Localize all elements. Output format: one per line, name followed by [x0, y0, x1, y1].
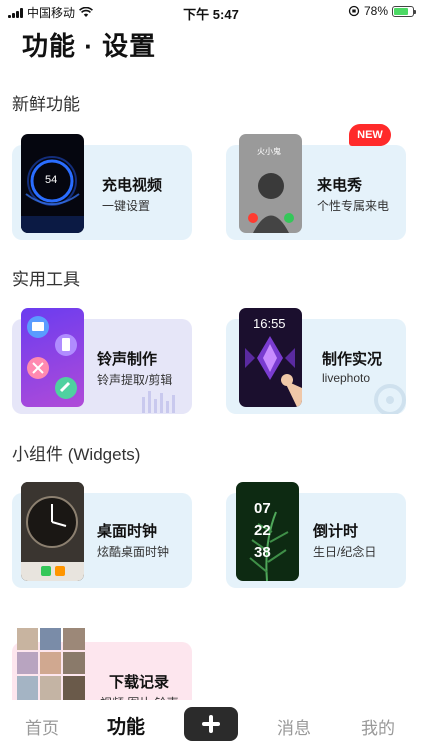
caller-name: 火小鬼: [257, 147, 281, 156]
call-show-thumbnail: 火小鬼: [239, 134, 302, 233]
countdown-thumbnail: 07 22 38: [236, 482, 299, 581]
tab-messages[interactable]: 消息: [277, 714, 311, 739]
ringtone-title: 铃声制作: [97, 351, 158, 368]
ringtone-card-decoration: [142, 391, 175, 413]
live-photo-thumbnail: 16:55: [239, 308, 302, 407]
charge-percent-text: 54: [45, 174, 58, 186]
downloads-thumbnail: [17, 628, 85, 700]
live-photo-subtitle: livephoto: [322, 371, 371, 385]
tab-functions[interactable]: 功能: [107, 712, 145, 739]
battery-icon: [392, 5, 416, 17]
tab-home[interactable]: 首页: [25, 714, 59, 739]
countdown-line-2: 22: [254, 522, 271, 539]
live-photo-title: 制作实况: [322, 351, 383, 368]
desk-clock-thumbnail: [21, 482, 84, 581]
add-button[interactable]: [184, 707, 238, 741]
countdown-subtitle: 生日/纪念日: [313, 545, 377, 559]
new-badge: NEW: [349, 124, 391, 146]
live-photo-time: 16:55: [253, 316, 286, 331]
charge-video-thumbnail: 54: [21, 134, 84, 233]
countdown-line-3: 38: [254, 544, 271, 561]
countdown-title: 倒计时: [313, 523, 359, 540]
charge-video-title: 充电视频: [102, 177, 163, 194]
live-photo-card-decoration: [374, 384, 406, 414]
desk-clock-title: 桌面时钟: [97, 523, 158, 540]
desk-clock-subtitle: 炫酷桌面时钟: [97, 545, 170, 559]
battery-percent: 78%: [363, 4, 388, 18]
call-show-title: 来电秀: [317, 177, 363, 194]
section-title-fresh: 新鲜功能: [12, 95, 80, 114]
orientation-lock-icon: [348, 5, 360, 17]
downloads-title: 下载记录: [109, 674, 170, 691]
section-title-widgets: 小组件 (Widgets): [12, 445, 141, 464]
call-show-subtitle: 个性专属来电: [317, 199, 390, 213]
charge-video-subtitle: 一键设置: [102, 199, 151, 213]
section-title-tools: 实用工具: [12, 270, 80, 289]
page-title: 功能 · 设置: [22, 31, 157, 61]
ringtone-thumbnail: [21, 308, 84, 407]
countdown-line-1: 07: [254, 500, 271, 517]
tab-mine[interactable]: 我的: [361, 714, 395, 739]
status-bar: 中国移动 下午 5:47 78%: [0, 0, 422, 22]
